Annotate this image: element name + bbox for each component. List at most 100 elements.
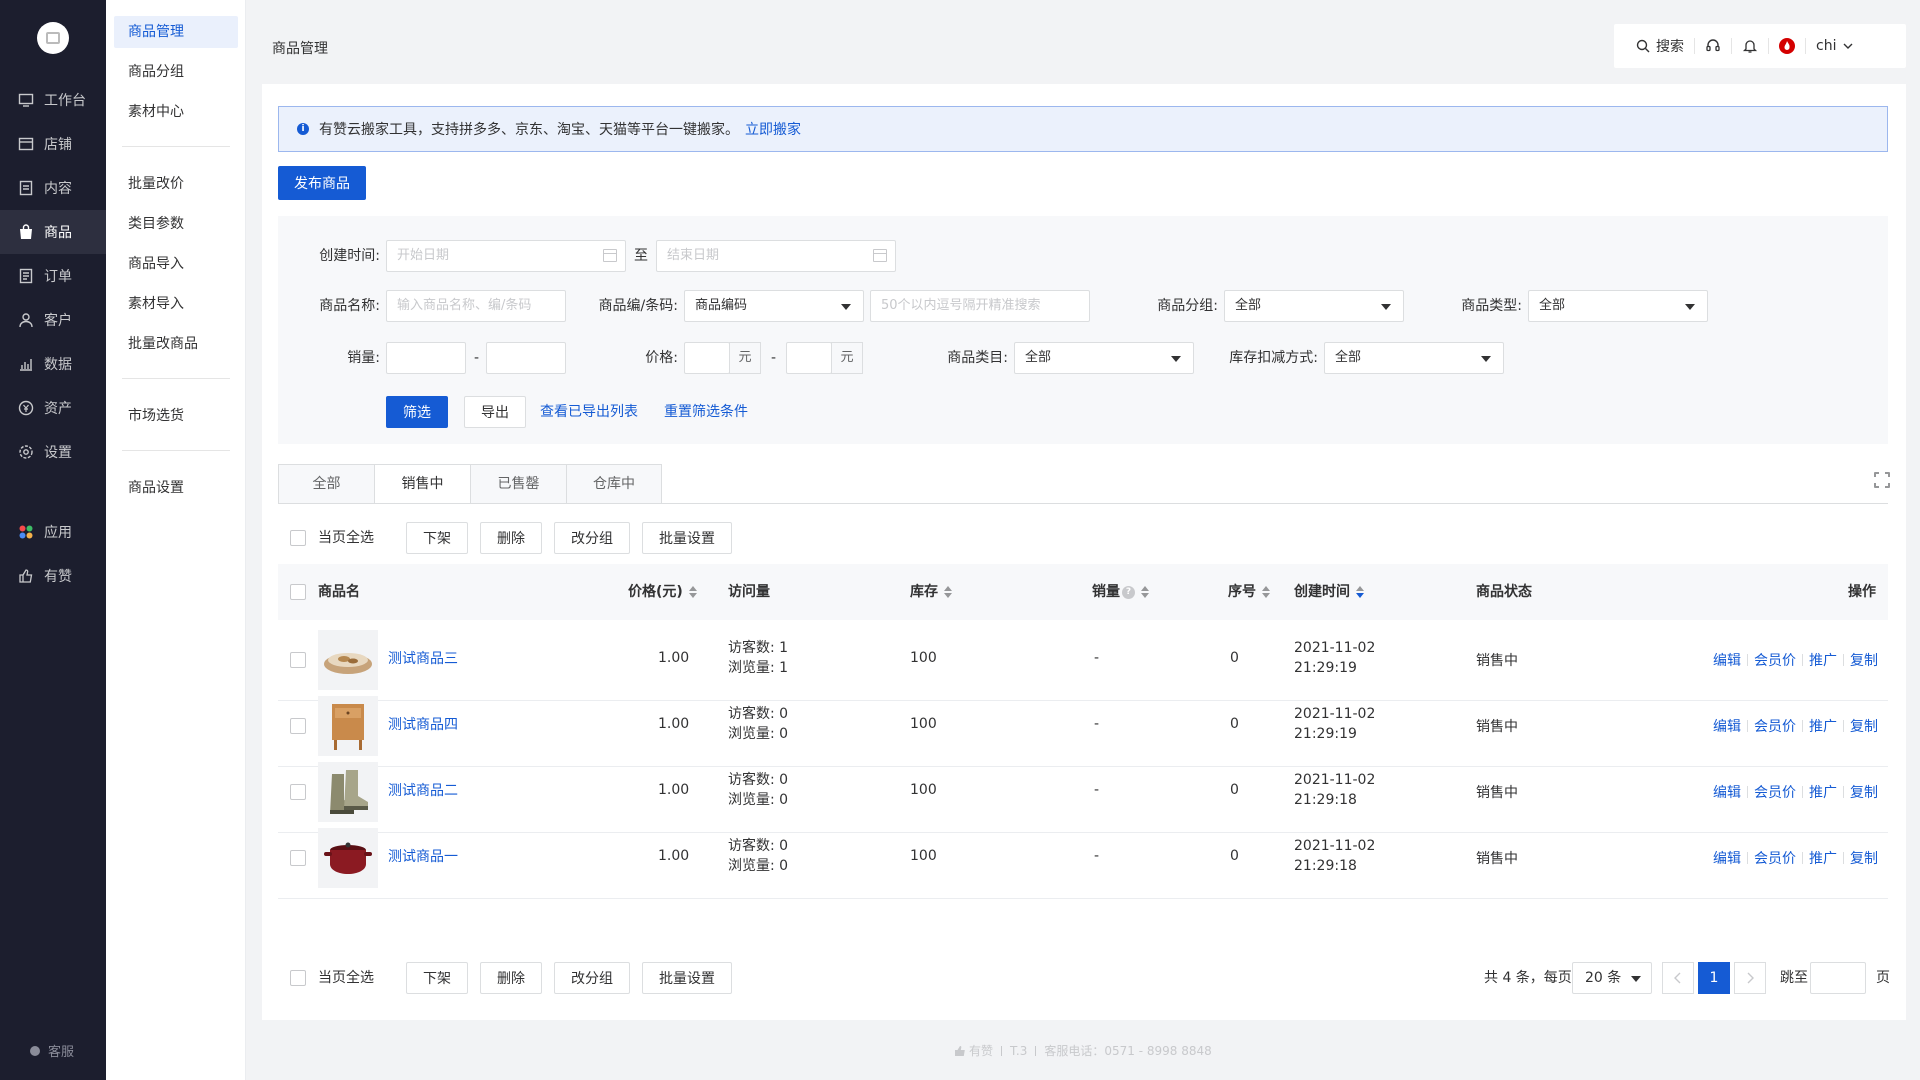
copy-link[interactable]: 复制 (1850, 716, 1878, 736)
col-stock[interactable]: 库存 (910, 564, 952, 620)
col-price[interactable]: 价格(元) (628, 564, 697, 620)
page-size-select[interactable]: 20 条 (1572, 962, 1652, 994)
batch-settings-button[interactable]: 批量设置 (642, 522, 732, 554)
help-icon[interactable]: ? (1122, 585, 1135, 599)
customer-service[interactable]: 客服 (30, 1041, 74, 1060)
select-page-checkbox[interactable] (290, 530, 306, 546)
subnav-market-select[interactable]: 市场选货 (114, 400, 238, 432)
member-price-link[interactable]: 会员价 (1754, 848, 1796, 868)
sidebar-item-asset[interactable]: 资产 (0, 386, 106, 430)
edit-link[interactable]: 编辑 (1713, 782, 1741, 802)
price-max-input[interactable] (786, 342, 832, 374)
promote-link[interactable]: 推广 (1809, 650, 1837, 670)
row-checkbox[interactable] (290, 652, 306, 668)
subnav-goods-import[interactable]: 商品导入 (114, 248, 238, 280)
subnav-material-center[interactable]: 素材中心 (114, 96, 238, 128)
export-button[interactable]: 导出 (464, 396, 526, 428)
headset-button[interactable] (1695, 24, 1731, 68)
seq-cell[interactable]: 0 (1230, 716, 1239, 732)
change-group-button[interactable]: 改分组 (554, 522, 630, 554)
page-1-button[interactable]: 1 (1698, 962, 1730, 994)
filter-button[interactable]: 筛选 (386, 396, 448, 428)
notice-link[interactable]: 立即搬家 (745, 119, 801, 139)
product-name-link[interactable]: 测试商品四 (388, 714, 458, 734)
sidebar-item-settings[interactable]: 设置 (0, 430, 106, 474)
product-name-link[interactable]: 测试商品三 (388, 648, 458, 668)
view-exports-link[interactable]: 查看已导出列表 (540, 396, 638, 428)
off-shelf-button[interactable]: 下架 (406, 522, 468, 554)
copy-link[interactable]: 复制 (1850, 782, 1878, 802)
notification-button[interactable] (1732, 24, 1768, 68)
shop-logo[interactable] (37, 22, 69, 54)
edit-link[interactable]: 编辑 (1713, 848, 1741, 868)
member-price-link[interactable]: 会员价 (1754, 716, 1796, 736)
select-all-checkbox[interactable] (290, 584, 306, 600)
sales-max-input[interactable] (486, 342, 566, 374)
end-date-input[interactable]: 结束日期 (656, 240, 896, 272)
product-thumbnail[interactable] (318, 696, 378, 756)
off-shelf-button[interactable]: 下架 (406, 962, 468, 994)
sidebar-item-apps[interactable]: 应用 (0, 510, 106, 554)
seq-cell[interactable]: 0 (1230, 848, 1239, 864)
seq-cell[interactable]: 0 (1230, 782, 1239, 798)
row-checkbox[interactable] (290, 850, 306, 866)
next-page-button[interactable] (1734, 962, 1766, 994)
product-thumbnail[interactable] (318, 828, 378, 888)
subnav-batch-price[interactable]: 批量改价 (114, 168, 238, 200)
col-sales[interactable]: 销量? (1092, 564, 1149, 620)
jump-page-input[interactable] (1810, 962, 1866, 994)
copy-link[interactable]: 复制 (1850, 848, 1878, 868)
subnav-batch-edit[interactable]: 批量改商品 (114, 328, 238, 360)
edit-link[interactable]: 编辑 (1713, 650, 1741, 670)
sidebar-item-goods[interactable]: 商品 (0, 210, 106, 254)
code-type-select[interactable]: 商品编码 (684, 290, 864, 322)
tab-warehouse[interactable]: 仓库中 (566, 464, 662, 504)
subnav-goods-settings[interactable]: 商品设置 (114, 472, 238, 504)
goods-code-input[interactable]: 50个以内逗号隔开精准搜索 (870, 290, 1090, 322)
batch-settings-button[interactable]: 批量设置 (642, 962, 732, 994)
sidebar-item-order[interactable]: 订单 (0, 254, 106, 298)
copy-link[interactable]: 复制 (1850, 650, 1878, 670)
promote-link[interactable]: 推广 (1809, 782, 1837, 802)
col-seq[interactable]: 序号 (1228, 564, 1270, 620)
goods-type-select[interactable]: 全部 (1528, 290, 1708, 322)
goods-name-input[interactable]: 输入商品名称、编/条码 (386, 290, 566, 322)
row-checkbox[interactable] (290, 784, 306, 800)
publish-goods-button[interactable]: 发布商品 (278, 166, 366, 200)
tab-on-sale[interactable]: 销售中 (374, 464, 470, 504)
reset-filter-link[interactable]: 重置筛选条件 (664, 396, 748, 428)
sidebar-item-store[interactable]: 店铺 (0, 122, 106, 166)
sidebar-item-data[interactable]: 数据 (0, 342, 106, 386)
delete-button[interactable]: 删除 (480, 962, 542, 994)
subnav-material-import[interactable]: 素材导入 (114, 288, 238, 320)
tab-all[interactable]: 全部 (278, 464, 374, 504)
start-date-input[interactable]: 开始日期 (386, 240, 626, 272)
sidebar-item-youzan[interactable]: 有赞 (0, 554, 106, 598)
product-name-link[interactable]: 测试商品二 (388, 780, 458, 800)
search-button[interactable]: 搜索 (1626, 24, 1694, 68)
price-min-input[interactable] (684, 342, 730, 374)
delete-button[interactable]: 删除 (480, 522, 542, 554)
row-checkbox[interactable] (290, 718, 306, 734)
member-price-link[interactable]: 会员价 (1754, 650, 1796, 670)
user-menu[interactable]: chi (1806, 24, 1864, 68)
category-select[interactable]: 全部 (1014, 342, 1194, 374)
sidebar-item-customer[interactable]: 客户 (0, 298, 106, 342)
product-name-link[interactable]: 测试商品一 (388, 846, 458, 866)
stock-deduct-select[interactable]: 全部 (1324, 342, 1504, 374)
subnav-category-params[interactable]: 类目参数 (114, 208, 238, 240)
change-group-button[interactable]: 改分组 (554, 962, 630, 994)
goods-group-select[interactable]: 全部 (1224, 290, 1404, 322)
member-price-link[interactable]: 会员价 (1754, 782, 1796, 802)
subnav-goods-group[interactable]: 商品分组 (114, 56, 238, 88)
product-thumbnail[interactable] (318, 762, 378, 822)
product-thumbnail[interactable] (318, 630, 378, 690)
prev-page-button[interactable] (1662, 962, 1694, 994)
subnav-goods-management[interactable]: 商品管理 (114, 16, 238, 48)
seq-cell[interactable]: 0 (1230, 650, 1239, 666)
fullscreen-icon[interactable] (1873, 471, 1891, 489)
promote-link[interactable]: 推广 (1809, 848, 1837, 868)
edit-link[interactable]: 编辑 (1713, 716, 1741, 736)
sidebar-item-workbench[interactable]: 工作台 (0, 78, 106, 122)
tab-sold-out[interactable]: 已售罄 (470, 464, 566, 504)
